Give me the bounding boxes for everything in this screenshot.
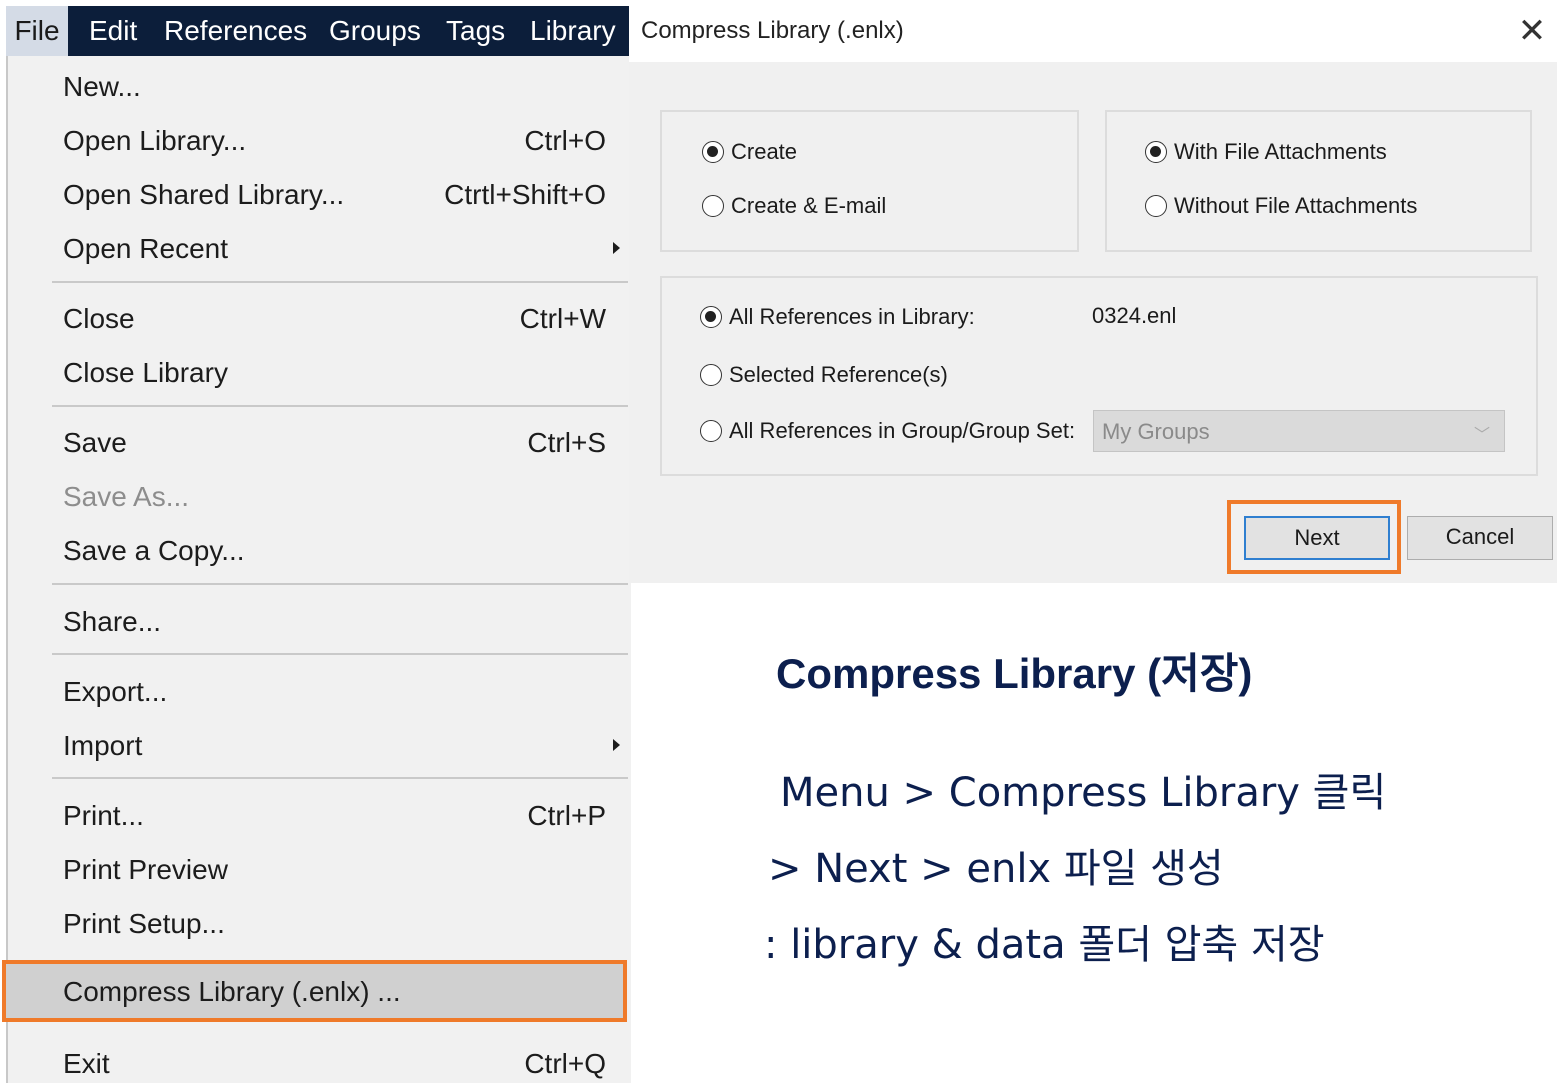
create-options-group: Create Create & E-mail <box>660 110 1079 252</box>
menu-item-label: Print... <box>63 800 144 831</box>
group-set-select: My Groups ﹀ <box>1093 410 1505 452</box>
radio-checked-icon <box>1145 141 1167 163</box>
chevron-down-icon: ﹀ <box>1473 427 1490 444</box>
menu-item-close-library[interactable]: Close Library <box>8 348 628 398</box>
menu-item-label: Export... <box>63 676 168 707</box>
menu-item-label: Import <box>63 730 143 761</box>
menu-item-label: Print Preview <box>63 854 228 885</box>
menu-item-label: Open Shared Library... <box>63 179 345 210</box>
menu-item-open-library[interactable]: Open Library... Ctrl+O <box>8 116 628 166</box>
menu-separator <box>52 777 628 779</box>
menu-item-label: Close Library <box>63 357 228 388</box>
menu-item-label: Print Setup... <box>63 908 225 939</box>
compress-library-dialog: Compress Library (.enlx) ✕ Create Create… <box>629 0 1557 583</box>
file-menu-dropdown: New... Open Library... Ctrl+O Open Share… <box>6 56 631 1083</box>
menu-item-label: Close <box>63 303 135 334</box>
menu-separator <box>52 405 628 407</box>
radio-unchecked-icon <box>700 364 722 386</box>
radio-label: Create <box>731 139 798 164</box>
menu-item-print-setup[interactable]: Print Setup... <box>8 899 628 949</box>
menu-groups[interactable]: Groups <box>329 6 421 56</box>
dialog-title: Compress Library (.enlx) <box>641 17 904 44</box>
menu-item-save-a-copy[interactable]: Save a Copy... <box>8 526 628 576</box>
menu-item-label: Save As... <box>63 481 190 512</box>
menu-bar: File Edit References Groups Tags Library <box>6 6 629 56</box>
menu-item-label: Save <box>63 427 127 458</box>
menu-item-shortcut: Ctrl+Q <box>524 1048 606 1079</box>
menu-item-open-shared-library[interactable]: Open Shared Library... Ctrtl+Shift+O <box>8 170 628 220</box>
caption-title: Compress Library (저장) <box>776 650 1253 697</box>
menu-item-shortcut: Ctrl+W <box>519 303 606 334</box>
cancel-button[interactable]: Cancel <box>1407 516 1553 560</box>
menu-item-label: Save a Copy... <box>63 535 245 566</box>
dialog-title-bar: Compress Library (.enlx) ✕ <box>629 0 1557 62</box>
menu-item-label: Compress Library (.enlx) ... <box>63 976 401 1007</box>
radio-label: Create & E-mail <box>731 193 887 218</box>
next-button[interactable]: Next <box>1244 516 1390 560</box>
radio-label: Selected Reference(s) <box>729 362 948 387</box>
menu-item-label: Open Recent <box>63 233 228 264</box>
menu-item-open-recent[interactable]: Open Recent <box>8 224 628 274</box>
library-file-name: 0324.enl <box>1092 303 1177 328</box>
menu-separator <box>52 583 628 585</box>
submenu-arrow-icon <box>613 739 620 751</box>
menu-file[interactable]: File <box>6 6 68 56</box>
menu-item-share[interactable]: Share... <box>8 597 628 647</box>
radio-label: All References in Group/Group Set: <box>729 418 1076 443</box>
submenu-arrow-icon <box>613 242 620 254</box>
menu-item-new[interactable]: New... <box>8 62 628 112</box>
group-set-select-value: My Groups <box>1102 419 1210 444</box>
menu-item-print[interactable]: Print... Ctrl+P <box>8 791 628 841</box>
menu-item-shortcut: Ctrl+S <box>527 427 606 458</box>
menu-item-close[interactable]: Close Ctrl+W <box>8 294 628 344</box>
menu-edit[interactable]: Edit <box>89 6 137 56</box>
radio-checked-icon <box>702 141 724 163</box>
radio-label: With File Attachments <box>1174 139 1387 164</box>
radio-label: Without File Attachments <box>1174 193 1418 218</box>
menu-item-print-preview[interactable]: Print Preview <box>8 845 628 895</box>
menu-item-shortcut: Ctrl+O <box>524 125 606 156</box>
radio-unchecked-icon <box>700 420 722 442</box>
menu-item-label: New... <box>63 71 141 102</box>
menu-separator <box>52 281 628 283</box>
menu-item-shortcut: Ctrtl+Shift+O <box>444 179 606 210</box>
close-icon[interactable]: ✕ <box>1507 0 1557 62</box>
menu-item-export[interactable]: Export... <box>8 667 628 717</box>
menu-item-exit[interactable]: Exit Ctrl+Q <box>8 1039 628 1089</box>
caption-line-3: : library & data 폴더 압축 저장 <box>764 922 1325 968</box>
menu-item-compress-library[interactable]: Compress Library (.enlx) ... <box>2 960 627 1022</box>
menu-tags[interactable]: Tags <box>446 6 505 56</box>
menu-references[interactable]: References <box>164 6 307 56</box>
menu-item-label: Exit <box>63 1048 110 1079</box>
attachment-options-group: With File Attachments Without File Attac… <box>1105 110 1532 252</box>
menu-library[interactable]: Library <box>530 6 616 56</box>
caption-line-2: > Next > enlx 파일 생성 <box>768 846 1224 892</box>
radio-unchecked-icon <box>702 195 724 217</box>
menu-item-label: Share... <box>63 606 162 637</box>
menu-item-shortcut: Ctrl+P <box>527 800 606 831</box>
caption-line-1: Menu > Compress Library 클릭 <box>780 770 1387 816</box>
radio-label: All References in Library: <box>729 304 975 329</box>
menu-item-label: Open Library... <box>63 125 247 156</box>
menu-item-import[interactable]: Import <box>8 721 628 771</box>
menu-item-save-as: Save As... <box>8 472 628 522</box>
menu-separator <box>52 653 628 655</box>
radio-unchecked-icon <box>1145 195 1167 217</box>
radio-checked-icon <box>700 306 722 328</box>
menu-item-save[interactable]: Save Ctrl+S <box>8 418 628 468</box>
